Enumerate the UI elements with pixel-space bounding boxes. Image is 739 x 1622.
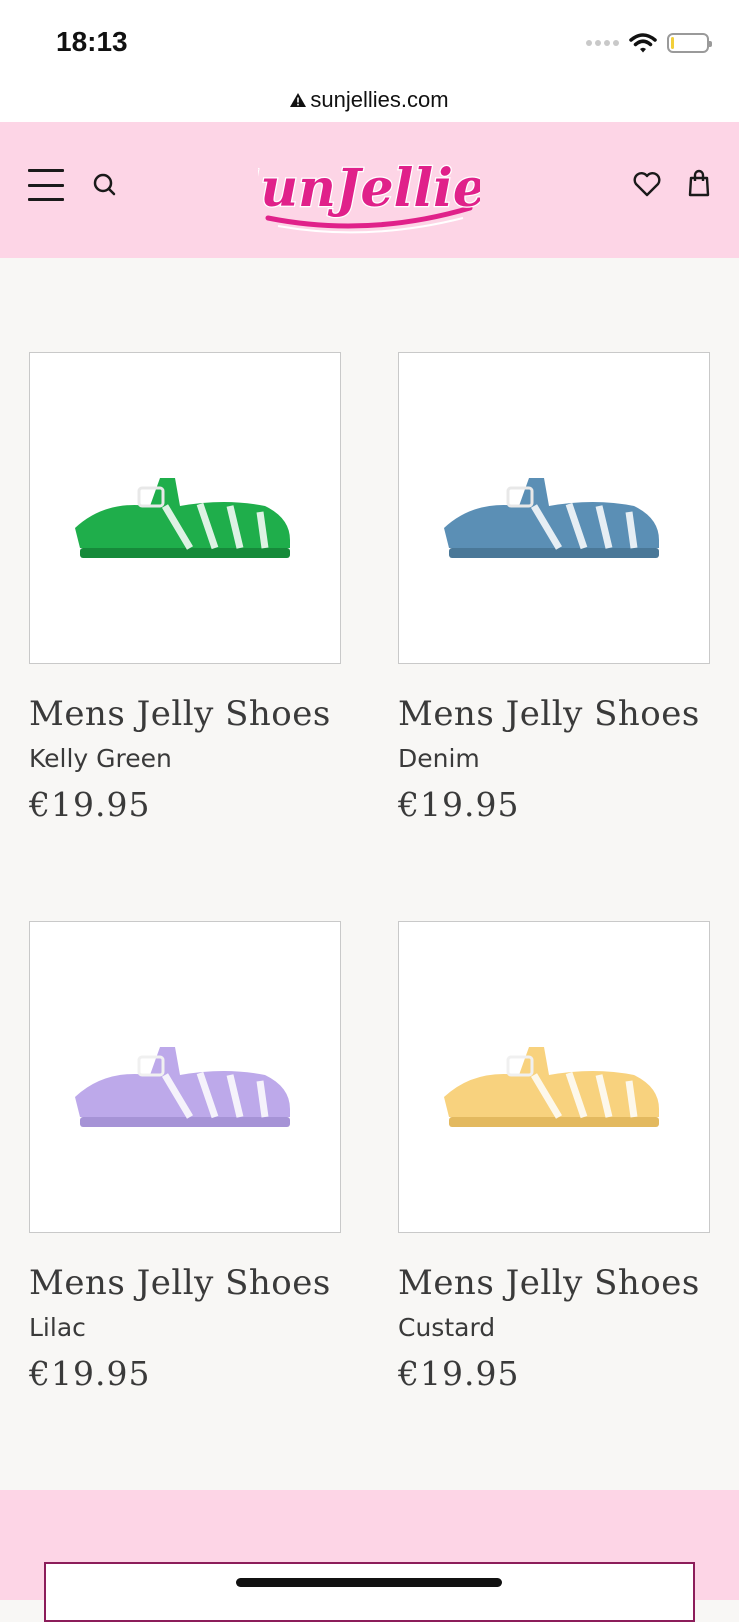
logo-text: SunJellies bbox=[258, 158, 480, 219]
product-image[interactable] bbox=[29, 921, 341, 1233]
jelly-sandal-image bbox=[75, 478, 290, 558]
status-time: 18:13 bbox=[56, 26, 128, 57]
product-price: €19.95 bbox=[29, 785, 151, 824]
site-header: SunJellies bbox=[0, 122, 739, 258]
battery-icon bbox=[667, 33, 712, 53]
product-card[interactable]: Mens Jelly Shoes Lilac €19.95 bbox=[29, 921, 341, 1393]
heart-icon[interactable] bbox=[632, 170, 662, 198]
product-title[interactable]: Mens Jelly Shoes bbox=[29, 694, 341, 734]
product-variant: Custard bbox=[398, 1313, 496, 1342]
product-card[interactable]: Mens Jelly Shoes Denim €19.95 bbox=[398, 352, 710, 824]
product-price: €19.95 bbox=[398, 1354, 520, 1393]
product-image[interactable] bbox=[398, 352, 710, 664]
product-variant: Lilac bbox=[29, 1313, 86, 1342]
status-bar: 18:13 bbox=[0, 0, 739, 86]
sunjellies-logo[interactable]: SunJellies bbox=[258, 142, 480, 236]
product-price: €19.95 bbox=[398, 785, 520, 824]
url-text: sunjellies.com bbox=[310, 87, 449, 112]
product-grid: Mens Jelly Shoes Kelly Green €19.95 Mens… bbox=[0, 258, 739, 1490]
home-indicator[interactable] bbox=[236, 1578, 502, 1587]
product-variant: Kelly Green bbox=[29, 744, 172, 773]
cellular-signal-icon bbox=[586, 40, 619, 46]
newsletter-box bbox=[44, 1562, 695, 1622]
jelly-sandal-image bbox=[444, 478, 659, 558]
product-card[interactable]: Mens Jelly Shoes Custard €19.95 bbox=[398, 921, 710, 1393]
warning-icon bbox=[290, 93, 307, 107]
jelly-sandal-image bbox=[75, 1047, 290, 1127]
product-price: €19.95 bbox=[29, 1354, 151, 1393]
url-bar[interactable]: sunjellies.com bbox=[0, 78, 739, 123]
product-title[interactable]: Mens Jelly Shoes bbox=[398, 694, 710, 734]
wifi-icon bbox=[629, 33, 657, 53]
status-icons bbox=[586, 32, 712, 54]
product-title[interactable]: Mens Jelly Shoes bbox=[398, 1263, 710, 1303]
product-variant: Denim bbox=[398, 744, 480, 773]
jelly-sandal-image bbox=[444, 1047, 659, 1127]
product-title[interactable]: Mens Jelly Shoes bbox=[29, 1263, 341, 1303]
product-image[interactable] bbox=[29, 352, 341, 664]
product-card[interactable]: Mens Jelly Shoes Kelly Green €19.95 bbox=[29, 352, 341, 824]
menu-icon[interactable] bbox=[28, 169, 64, 201]
product-image[interactable] bbox=[398, 921, 710, 1233]
shopping-bag-icon[interactable] bbox=[687, 168, 711, 198]
search-icon[interactable] bbox=[92, 172, 118, 198]
